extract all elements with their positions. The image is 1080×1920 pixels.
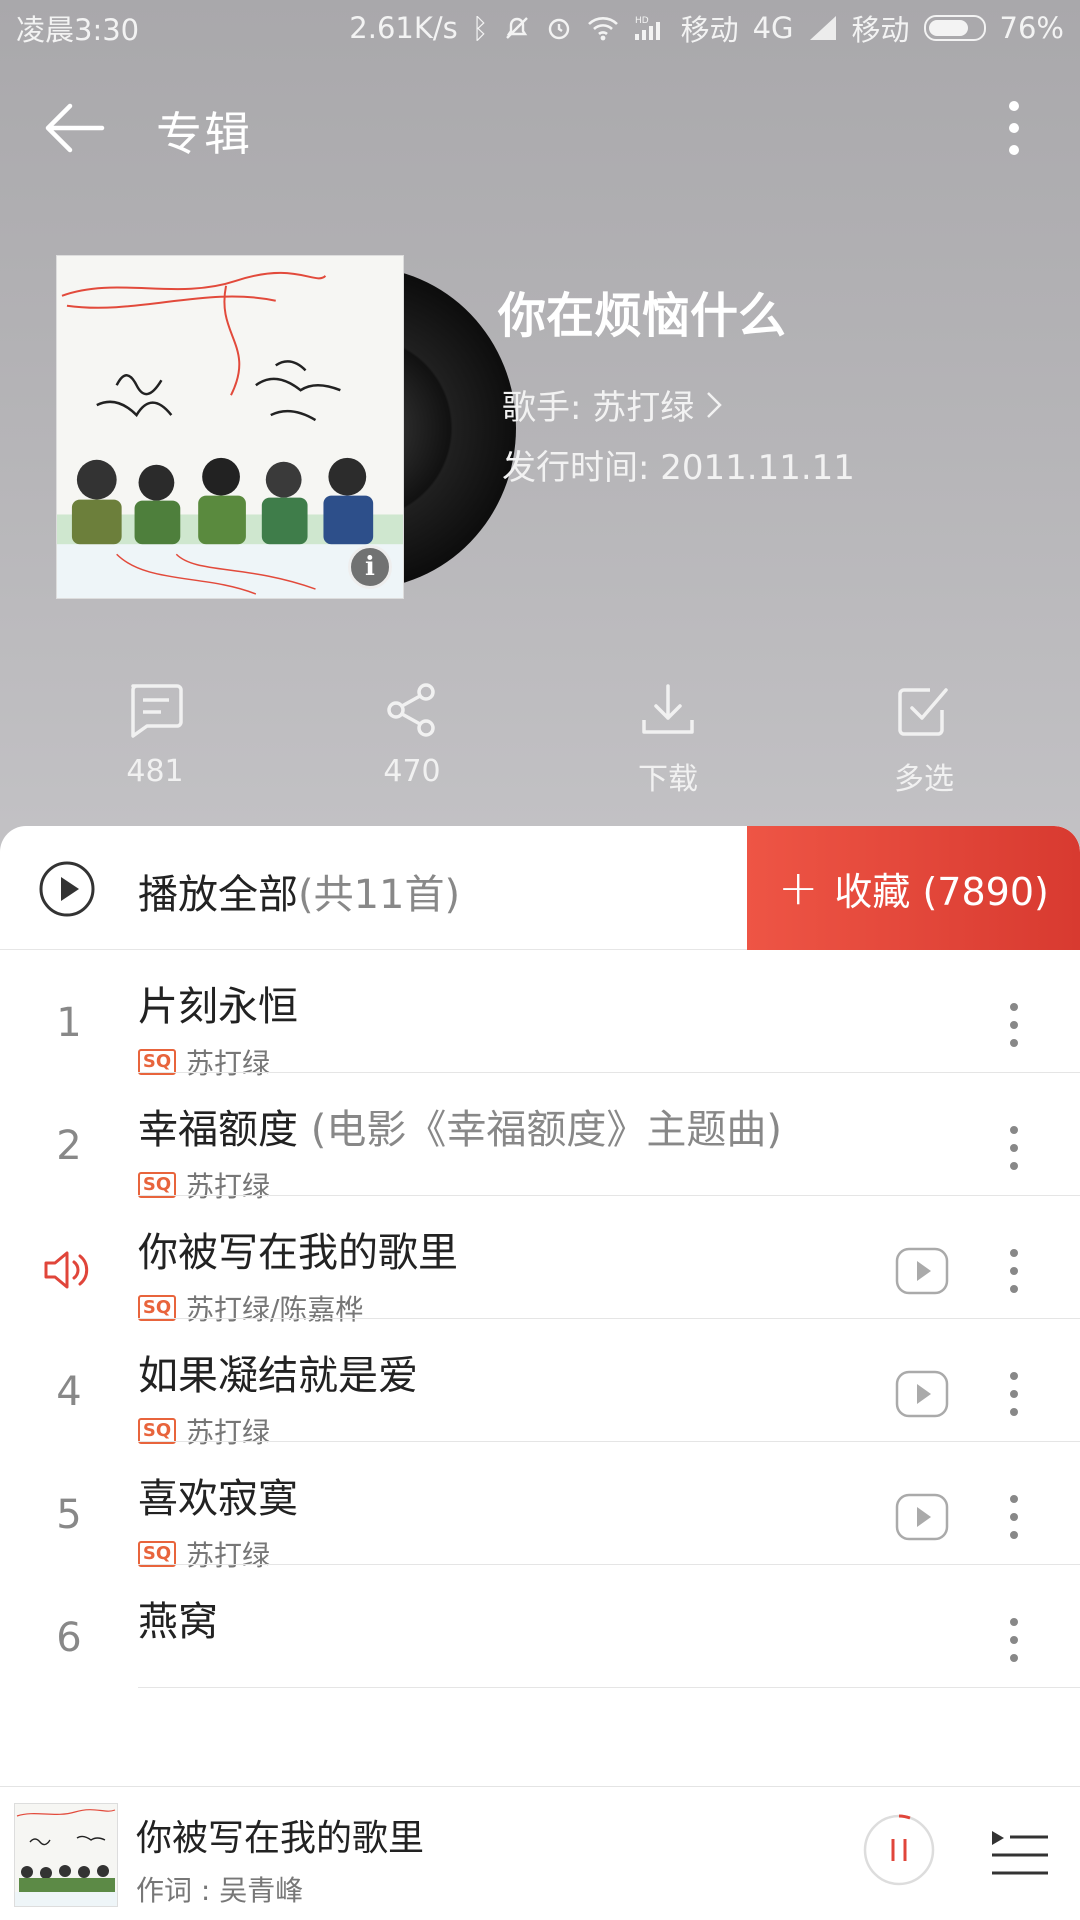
checkbox-icon xyxy=(898,688,948,736)
wifi-icon xyxy=(587,17,618,41)
track-count: (共11首) xyxy=(298,872,461,918)
mute-icon xyxy=(505,17,528,39)
more-vertical-icon[interactable] xyxy=(1000,1615,1028,1665)
more-vertical-icon[interactable] xyxy=(1000,1492,1028,1542)
download-label: 下载 xyxy=(638,762,698,797)
page-title: 专辑 xyxy=(156,107,252,161)
chevron-right-icon xyxy=(707,391,723,418)
track-number: 5 xyxy=(56,1492,82,1538)
download-icon xyxy=(642,684,694,734)
album-artist-link[interactable]: 歌手: 苏打绿 xyxy=(502,380,724,429)
collect-label: 收藏 (7890) xyxy=(834,869,1049,914)
track-number: 2 xyxy=(56,1123,82,1169)
album-cover[interactable] xyxy=(56,255,404,599)
track-title-text: 你被写在我的歌里 xyxy=(138,1230,458,1276)
track-subtitle: (电影《幸福额度》主题曲) xyxy=(298,1107,782,1153)
status-carrier-2: 移动 xyxy=(851,13,910,47)
album-header: 凌晨3:30 2.61K/s ᛒ HD 移动 4G 移动 76% 专辑 i 你在… xyxy=(0,0,1080,860)
multiselect-label: 多选 xyxy=(894,762,954,797)
more-vertical-icon[interactable] xyxy=(1000,1246,1028,1296)
now-playing-cover[interactable] xyxy=(14,1803,118,1907)
comment-icon xyxy=(131,684,183,738)
more-vertical-icon[interactable] xyxy=(1000,1369,1028,1419)
track-title-text: 燕窝 xyxy=(138,1599,218,1645)
plus-icon: + xyxy=(778,860,819,916)
download-button[interactable]: 下载 xyxy=(588,680,748,798)
mini-player[interactable]: 你被写在我的歌里 作词 : 吴青峰 xyxy=(0,1786,1080,1920)
share-icon xyxy=(387,683,435,737)
speaker-icon xyxy=(44,1251,89,1289)
track-title: 幸福额度 (电影《幸福额度》主题曲) xyxy=(138,1097,782,1155)
track-title: 喜欢寂寞 xyxy=(138,1466,298,1524)
track-title: 如果凝结就是爱 xyxy=(138,1343,418,1401)
track-row[interactable]: 2 幸福额度 (电影《幸福额度》主题曲) SQ 苏打绿 xyxy=(0,1073,1080,1203)
track-number: 1 xyxy=(56,1000,82,1046)
app-bar: 专辑 xyxy=(0,70,1080,182)
track-row[interactable]: 你被写在我的歌里 SQ 苏打绿/陈嘉桦 xyxy=(0,1196,1080,1326)
queue-icon[interactable] xyxy=(990,1827,1050,1881)
more-vertical-icon[interactable] xyxy=(1000,1000,1028,1050)
svg-text:HD: HD xyxy=(635,16,649,26)
now-playing-lyric: 作词 : 吴青峰 xyxy=(136,1874,304,1907)
mv-play-icon[interactable] xyxy=(894,1369,950,1419)
status-carrier-1: 移动 xyxy=(680,13,739,47)
hd-signal-icon: HD xyxy=(634,16,660,40)
info-icon[interactable]: i xyxy=(348,545,392,589)
more-vertical-icon[interactable] xyxy=(996,96,1032,160)
track-title: 片刻永恒 xyxy=(138,974,298,1032)
more-vertical-icon[interactable] xyxy=(1000,1123,1028,1173)
collect-button[interactable]: + 收藏 (7890) xyxy=(747,826,1080,950)
track-row[interactable]: 1 片刻永恒 SQ 苏打绿 xyxy=(0,950,1080,1080)
signal-icon xyxy=(809,16,836,40)
now-playing-title: 你被写在我的歌里 xyxy=(136,1818,425,1859)
play-all-row: 播放全部(共11首) + 收藏 (7890) xyxy=(0,826,1080,950)
battery-icon xyxy=(923,15,986,41)
bluetooth-icon: ᛒ xyxy=(471,11,489,45)
track-title-text: 幸福额度 xyxy=(138,1107,298,1153)
track-row[interactable]: 5 喜欢寂寞 SQ 苏打绿 xyxy=(0,1442,1080,1572)
multiselect-button[interactable]: 多选 xyxy=(844,680,1004,798)
track-list-card: 播放全部(共11首) + 收藏 (7890) 1 片刻永恒 SQ 苏打绿 2 幸福额度 (… xyxy=(0,826,1080,1920)
track-number: 4 xyxy=(56,1369,82,1415)
album-cover-area[interactable]: i xyxy=(56,255,516,600)
album-title: 你在烦恼什么 xyxy=(498,288,787,344)
play-all-label: 播放全部 xyxy=(138,872,298,918)
status-battery: 76% xyxy=(999,11,1064,45)
share-count: 470 xyxy=(383,754,441,789)
status-network-type: 4G xyxy=(752,11,794,45)
mv-play-icon[interactable] xyxy=(894,1246,950,1296)
play-circle-icon[interactable] xyxy=(38,860,96,918)
comment-button[interactable]: 481 xyxy=(75,680,235,789)
mv-play-icon[interactable] xyxy=(894,1492,950,1542)
status-net-speed: 2.61K/s xyxy=(349,11,458,45)
play-all-button[interactable]: 播放全部(共11首) xyxy=(138,862,460,920)
back-arrow-icon[interactable] xyxy=(40,100,110,156)
track-title: 你被写在我的歌里 xyxy=(138,1220,458,1278)
row-divider xyxy=(138,1687,1080,1688)
album-actions: 481 470 下载 多选 xyxy=(0,680,1080,810)
status-bar: 凌晨3:30 2.61K/s ᛒ HD 移动 4G 移动 76% xyxy=(0,0,1080,56)
track-title: 燕窝 xyxy=(138,1589,218,1647)
track-title-text: 片刻永恒 xyxy=(138,984,298,1030)
status-time: 凌晨3:30 xyxy=(16,13,140,47)
pause-icon[interactable] xyxy=(862,1813,936,1887)
share-button[interactable]: 470 xyxy=(332,680,492,789)
track-row[interactable]: 6 燕窝 xyxy=(0,1565,1080,1688)
track-number: 6 xyxy=(56,1615,82,1661)
album-release-date: 发行时间: 2011.11.11 xyxy=(502,448,855,488)
track-row[interactable]: 4 如果凝结就是爱 SQ 苏打绿 xyxy=(0,1319,1080,1449)
comment-count: 481 xyxy=(126,754,184,789)
track-title-text: 如果凝结就是爱 xyxy=(138,1353,418,1399)
album-artist-label: 歌手: 苏打绿 xyxy=(502,388,695,428)
alarm-icon xyxy=(548,18,569,40)
track-title-text: 喜欢寂寞 xyxy=(138,1476,298,1522)
